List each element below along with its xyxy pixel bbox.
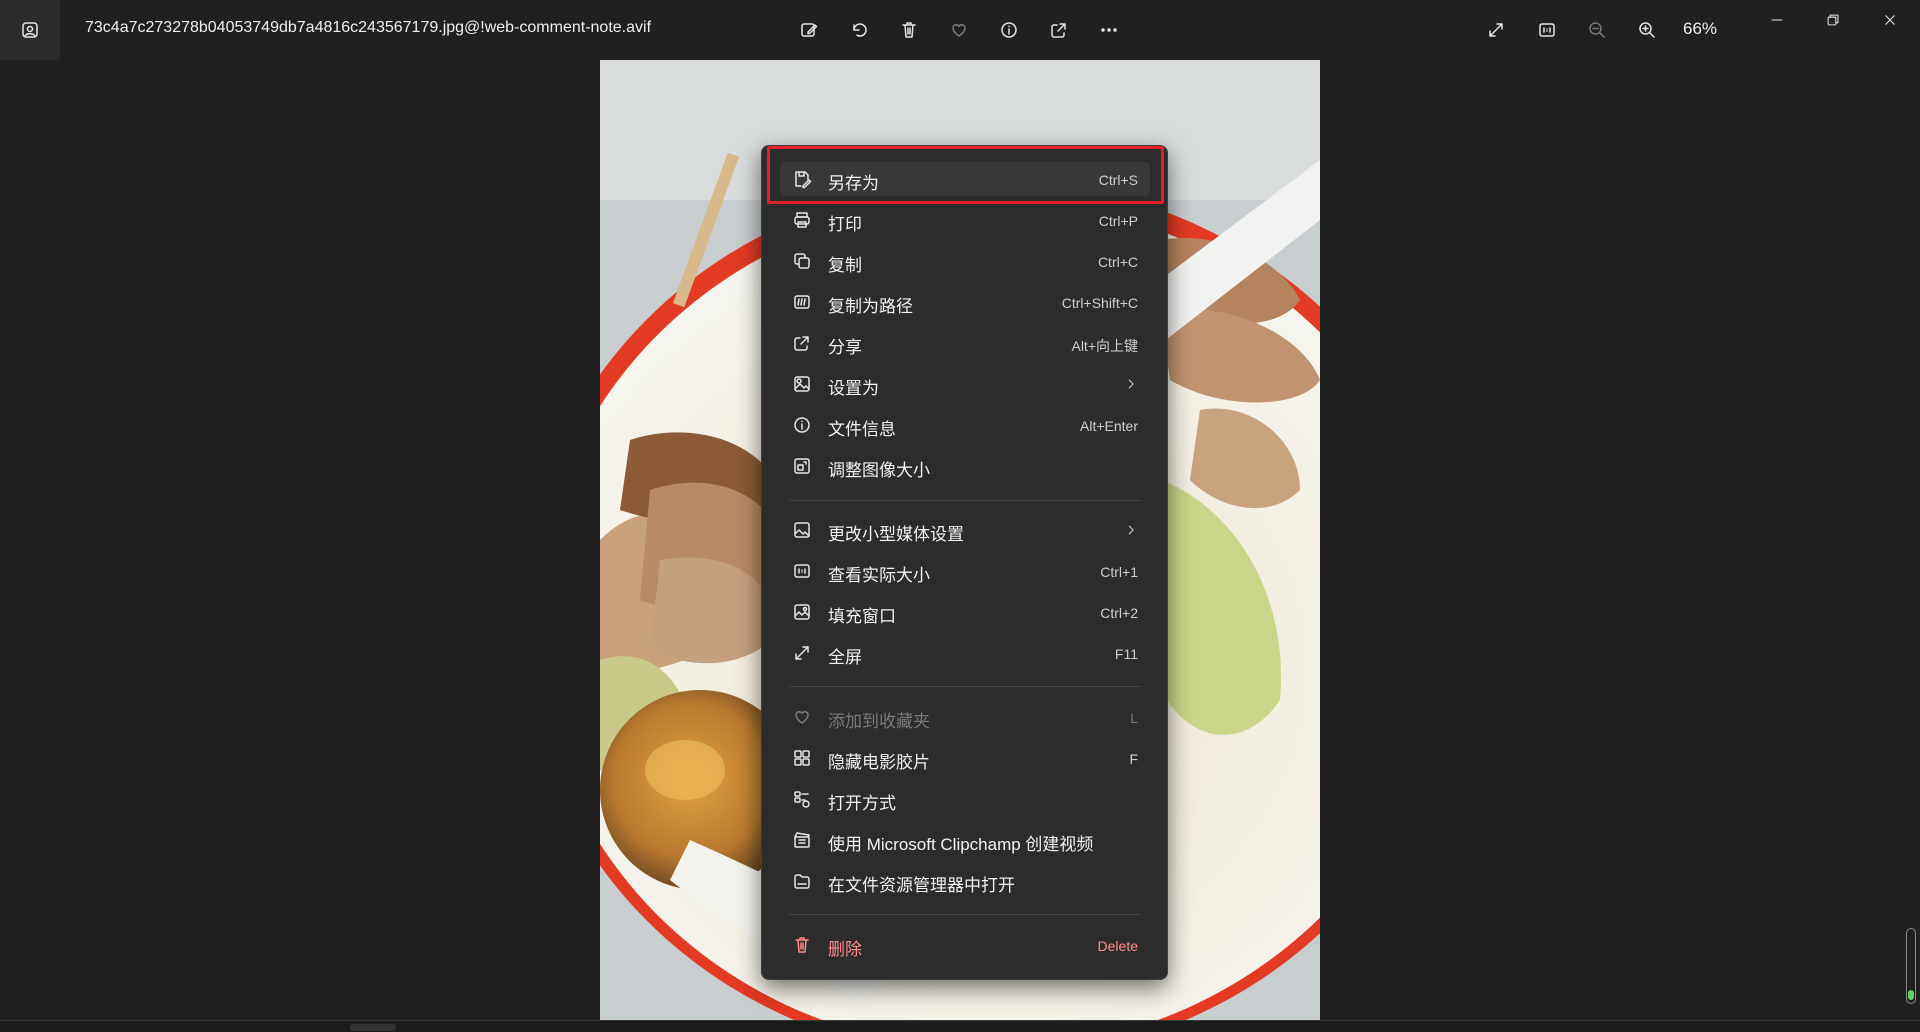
highlight-box (767, 146, 1164, 204)
print-icon (792, 210, 812, 230)
context-menu: 另存为 Ctrl+S 打印 Ctrl+P 复制 Ctrl+C 复制为路径 Ctr… (761, 145, 1168, 980)
trash-icon (792, 935, 812, 955)
actual-size-icon[interactable] (1530, 13, 1564, 47)
chevron-right-icon (1124, 377, 1138, 394)
heart-icon (792, 707, 812, 727)
menu-separator (789, 914, 1141, 915)
zoom-level[interactable]: 66% (1683, 19, 1717, 39)
menu-item-actual-size[interactable]: 查看实际大小 Ctrl+1 (780, 554, 1150, 588)
menu-item-copy-as-path[interactable]: 复制为路径 Ctrl+Shift+C (780, 285, 1150, 319)
menu-item-open-with[interactable]: 打开方式 (780, 782, 1150, 816)
minimize-icon[interactable] (1749, 0, 1805, 40)
share-icon (792, 333, 812, 353)
copy-icon (792, 251, 812, 271)
share-icon[interactable] (1042, 13, 1076, 47)
title-bar: 73c4a7c273278b04053749db7a4816c243567179… (0, 0, 1920, 60)
zoom-scroll-indicator (1908, 990, 1914, 1000)
fill-window-icon (792, 602, 812, 622)
menu-item-copy[interactable]: 复制 Ctrl+C (780, 244, 1150, 278)
fullscreen-icon (792, 643, 812, 663)
actual-size-icon (792, 561, 812, 581)
menu-item-hide-filmstrip[interactable]: 隐藏电影胶片 F (780, 741, 1150, 775)
chevron-right-icon (1124, 523, 1138, 540)
fullscreen-icon[interactable] (1479, 13, 1513, 47)
menu-item-open-in-explorer[interactable]: 在文件资源管理器中打开 (780, 864, 1150, 898)
open-with-icon (792, 789, 812, 809)
menu-separator (789, 500, 1141, 501)
menu-item-print[interactable]: 打印 Ctrl+P (780, 203, 1150, 237)
menu-item-add-to-favorites: 添加到收藏夹 L (780, 700, 1150, 734)
resize-icon (792, 456, 812, 476)
zoom-in-icon[interactable] (1630, 13, 1664, 47)
filmstrip-icon (792, 748, 812, 768)
edit-icon[interactable] (792, 13, 826, 47)
clipchamp-icon (792, 830, 812, 850)
info-icon[interactable] (992, 13, 1026, 47)
menu-item-file-info[interactable]: 文件信息 Alt+Enter (780, 408, 1150, 442)
restore-icon[interactable] (1805, 0, 1861, 40)
menu-separator (789, 686, 1141, 687)
copy-path-icon (792, 292, 812, 312)
folder-icon (792, 871, 812, 891)
media-settings-icon (792, 520, 812, 540)
menu-item-set-as[interactable]: 设置为 (780, 367, 1150, 401)
menu-item-media-settings[interactable]: 更改小型媒体设置 (780, 513, 1150, 547)
filmstrip-thumb[interactable] (350, 1024, 396, 1031)
set-as-icon (792, 374, 812, 394)
rotate-icon[interactable] (842, 13, 876, 47)
menu-item-fill-window[interactable]: 填充窗口 Ctrl+2 (780, 595, 1150, 629)
menu-item-resize[interactable]: 调整图像大小 (780, 449, 1150, 483)
filmstrip-bar (0, 1020, 1920, 1032)
menu-item-clipchamp[interactable]: 使用 Microsoft Clipchamp 创建视频 (780, 823, 1150, 857)
file-name: 73c4a7c273278b04053749db7a4816c243567179… (85, 19, 652, 36)
menu-item-fullscreen[interactable]: 全屏 F11 (780, 636, 1150, 670)
file-info-icon (792, 415, 812, 435)
more-icon[interactable] (1092, 13, 1126, 47)
menu-item-share[interactable]: 分享 Alt+向上键 (780, 326, 1150, 360)
delete-icon[interactable] (892, 13, 926, 47)
app-photos-icon (0, 0, 60, 60)
zoom-out-icon[interactable] (1580, 13, 1614, 47)
menu-item-delete[interactable]: 删除 Delete (780, 928, 1150, 962)
favorite-icon[interactable] (942, 13, 976, 47)
close-icon[interactable] (1862, 0, 1918, 40)
